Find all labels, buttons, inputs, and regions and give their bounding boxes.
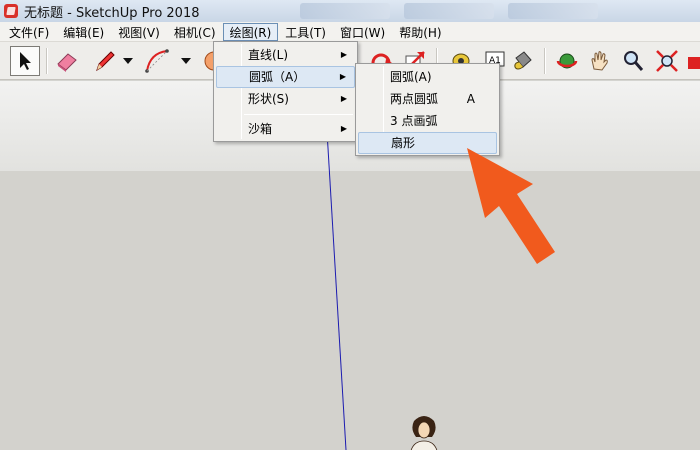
paint-bucket-icon	[514, 51, 532, 70]
line-dropdown-button[interactable]	[118, 46, 138, 76]
hand-icon	[591, 51, 608, 71]
draw-menu-item-shape[interactable]: 形状(S) ▶	[216, 88, 355, 110]
sketchup-app-icon	[4, 4, 18, 18]
menu-edit[interactable]: 编辑(E)	[56, 23, 111, 41]
menu-file[interactable]: 文件(F)	[2, 23, 56, 41]
zoom-extents-tool-button[interactable]	[652, 46, 682, 76]
menu-help[interactable]: 帮助(H)	[392, 23, 448, 41]
menu-view[interactable]: 视图(V)	[111, 23, 167, 41]
menu-separator	[244, 114, 353, 115]
paint-bucket-tool-button[interactable]	[508, 46, 538, 76]
orbit-icon	[556, 53, 578, 69]
draw-menu-dropdown: 直线(L) ▶ 圆弧（A） ▶ 形状(S) ▶ 沙箱 ▶	[213, 41, 358, 142]
shape-tool-button[interactable]	[200, 46, 214, 76]
eraser-tool-button[interactable]	[52, 46, 82, 76]
blurred-tab	[404, 3, 494, 19]
pencil-tool-button[interactable]	[90, 46, 120, 76]
arc-submenu-item-two-point-arc[interactable]: 两点圆弧 A	[358, 88, 497, 110]
arc-submenu-item-three-point-arc[interactable]: 3 点画弧	[358, 110, 497, 132]
blurred-tab	[300, 3, 390, 19]
arc-tool-button[interactable]	[142, 46, 172, 76]
menu-bar: 文件(F) 编辑(E) 视图(V) 相机(C) 绘图(R) 工具(T) 窗口(W…	[0, 22, 700, 42]
title-bar: 无标题 - SketchUp Pro 2018	[0, 0, 700, 22]
submenu-arrow-icon: ▶	[340, 124, 347, 133]
zoom-extents-icon	[656, 50, 678, 72]
zoom-tool-button[interactable]	[618, 46, 648, 76]
menu-item-label: 圆弧（A）	[249, 70, 306, 84]
select-tool-button[interactable]	[10, 46, 40, 76]
eraser-icon	[57, 53, 77, 72]
next-tool-button[interactable]	[684, 46, 700, 76]
submenu-arrow-icon: ▶	[340, 50, 347, 59]
pencil-icon	[96, 51, 115, 72]
background-tabs	[300, 3, 598, 19]
blurred-tab	[508, 3, 598, 19]
window-title: 无标题 - SketchUp Pro 2018	[24, 5, 200, 21]
menu-item-label: 两点圆弧	[390, 92, 439, 106]
toolbar-separator	[544, 48, 546, 74]
menu-item-label: 直线(L)	[248, 48, 289, 62]
arc-submenu-item-arc[interactable]: 圆弧(A)	[358, 66, 497, 88]
cursor-arrow-icon	[20, 52, 31, 70]
menu-item-label: 扇形	[391, 136, 416, 150]
submenu-arrow-icon: ▶	[339, 72, 346, 81]
magnifier-icon	[624, 51, 644, 71]
scale-figure-person	[410, 416, 438, 450]
arc-dropdown-button[interactable]	[176, 46, 196, 76]
menu-item-label: 形状(S)	[248, 92, 289, 106]
menu-window[interactable]: 窗口(W)	[333, 23, 392, 41]
menu-item-shortcut: A	[466, 92, 475, 106]
menu-draw[interactable]: 绘图(R)	[222, 22, 279, 41]
draw-menu-item-sandbox[interactable]: 沙箱 ▶	[216, 118, 355, 140]
menu-camera[interactable]: 相机(C)	[167, 23, 223, 41]
menu-item-label: 圆弧(A)	[390, 70, 432, 84]
arc-icon	[145, 49, 169, 73]
shape-icon	[204, 51, 214, 71]
chevron-down-icon	[123, 58, 133, 64]
menu-tools[interactable]: 工具(T)	[278, 23, 333, 41]
orbit-tool-button[interactable]	[552, 46, 582, 76]
annotation-arrow-icon	[467, 148, 555, 264]
tool-icon	[688, 57, 700, 69]
pan-tool-button[interactable]	[584, 46, 614, 76]
draw-menu-item-arc[interactable]: 圆弧（A） ▶	[216, 66, 355, 88]
menu-item-label: 沙箱	[248, 122, 273, 136]
draw-menu-item-line[interactable]: 直线(L) ▶	[216, 44, 355, 66]
chevron-down-icon	[181, 58, 191, 64]
menu-item-label: 3 点画弧	[390, 114, 438, 128]
toolbar-separator	[46, 48, 48, 74]
submenu-arrow-icon: ▶	[340, 94, 347, 103]
